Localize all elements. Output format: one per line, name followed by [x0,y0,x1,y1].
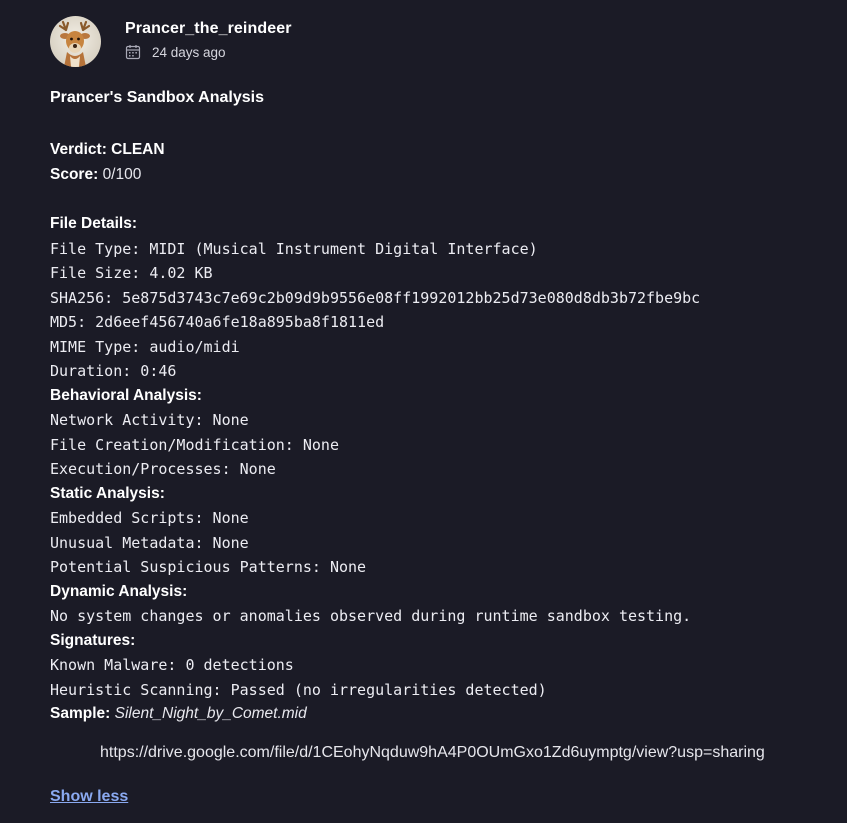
reindeer-avatar-icon [58,20,91,67]
score-value: 0/100 [102,165,142,183]
calendar-icon [125,44,141,60]
author-username[interactable]: Prancer_the_reindeer [125,20,292,38]
file-mime: MIME Type: audio/midi [50,337,240,356]
static-heading: Static Analysis: [50,484,165,502]
post-time-label: 24 days ago [152,44,226,60]
post-body: Prancer's Sandbox Analysis Verdict: CLEA… [50,89,830,727]
static-patterns: Potential Suspicious Patterns: None [50,558,367,576]
file-size: File Size: 4.02 KB [50,264,213,282]
sample-line: Sample: Silent_Night_by_Comet.mid [50,705,307,722]
sample-link[interactable]: https://drive.google.com/file/d/1CEohyNq… [100,744,765,762]
avatar[interactable] [50,16,101,67]
post-title: Prancer's Sandbox Analysis [50,89,264,106]
file-details-heading: File Details: [50,215,137,232]
post-timestamp: 24 days ago [125,44,292,60]
file-type: File Type: MIDI (Musical Instrument Digi… [50,239,538,258]
post-header: Prancer_the_reindeer 24 days ago [50,16,292,67]
score-line: Score: 0/100 [50,165,142,183]
static-metadata: Unusual Metadata: None [50,533,249,552]
dynamic-heading: Dynamic Analysis: [50,582,188,600]
file-duration: Duration: 0:46 [50,362,177,380]
behavioral-heading: Behavioral Analysis: [50,386,202,404]
behavioral-network: Network Activity: None [50,411,249,429]
post-card: Prancer_the_reindeer 24 days ago Prancer… [0,0,847,823]
file-md5: MD5: 2d6eef456740a6fe18a895ba8f1811ed [50,313,385,331]
static-scripts: Embedded Scripts: None [50,509,249,527]
verdict-line: Verdict: CLEAN [50,141,165,158]
signatures-heading: Signatures: [50,631,136,649]
file-sha256: SHA256: 5e875d3743c7e69c2b09d9b9556e08ff… [50,288,701,307]
dynamic-result: No system changes or anomalies observed … [50,607,692,625]
verdict-value: CLEAN [111,141,165,158]
sample-filename: Silent_Night_by_Comet.mid [114,705,307,722]
show-less-link[interactable]: Show less [50,788,128,806]
behavioral-exec: Execution/Processes: None [50,460,276,478]
signature-malware: Known Malware: 0 detections [50,656,294,674]
post-meta: Prancer_the_reindeer 24 days ago [125,20,292,60]
behavioral-file-mod: File Creation/Modification: None [50,435,339,454]
signature-heuristic: Heuristic Scanning: Passed (no irregular… [50,680,547,699]
